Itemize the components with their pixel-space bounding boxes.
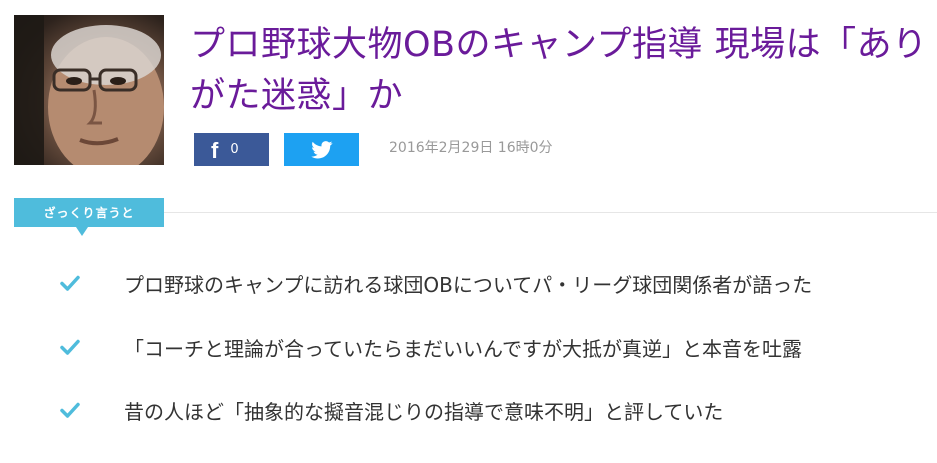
summary-point: 「コーチと理論が合っていたらまだいいんですが大抵が真逆」と本音を吐露 (60, 327, 930, 367)
check-icon (60, 275, 80, 291)
summary-point-text: 昔の人ほど「抽象的な擬音混じりの指導で意味不明」と評していた (124, 399, 724, 424)
summary-label-tail (76, 227, 88, 236)
facebook-icon: f (211, 137, 219, 163)
twitter-bird-icon (310, 140, 332, 158)
twitter-share-button[interactable] (284, 133, 359, 166)
publish-date: 2016年2月29日 16時0分 (389, 140, 553, 156)
facebook-share-button[interactable]: f 0 (194, 133, 269, 166)
check-icon (60, 402, 80, 418)
article-title[interactable]: プロ野球大物OBのキャンプ指導 現場は「ありがた迷惑」か (190, 20, 930, 122)
summary-point: プロ野球のキャンプに訪れる球団OBについてパ・リーグ球団関係者が語った (60, 263, 930, 303)
portrait-photo-icon (14, 15, 164, 165)
summary-point: 昔の人ほど「抽象的な擬音混じりの指導で意味不明」と評していた (60, 390, 930, 430)
facebook-share-count: 0 (230, 142, 239, 157)
summary-point-text: プロ野球のキャンプに訪れる球団OBについてパ・リーグ球団関係者が語った (124, 272, 813, 297)
summary-label: ざっくり言うと (14, 198, 164, 227)
summary-point-text: 「コーチと理論が合っていたらまだいいんですが大抵が真逆」と本音を吐露 (124, 336, 802, 361)
check-icon (60, 339, 80, 355)
article-thumbnail[interactable] (14, 15, 164, 165)
